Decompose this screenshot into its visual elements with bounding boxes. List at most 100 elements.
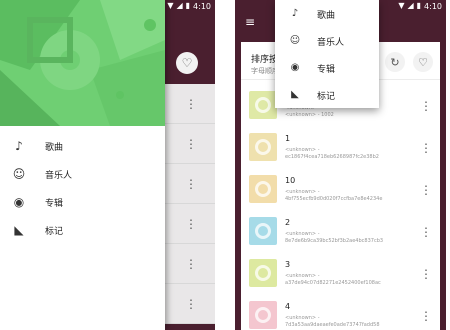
status-bar: ▼ ◢ ▮ 4:10 [167,0,215,12]
track-filename: ec1867f4cea718eb6268987fc2e38b2 [285,154,379,160]
album-art-thumbnail [249,133,277,161]
heart-icon: ♡ [181,56,193,70]
track-title: 10 [285,176,296,185]
track-row[interactable]: 4 <unknown> - 7d3a53aa9daeaefe0ade73747f… [241,296,440,330]
more-vert-icon[interactable]: ⋮ [420,268,432,280]
track-artist: <unknown> - [285,189,320,195]
battery-icon: ▮ [416,1,422,10]
menu-item-label: 歌曲 [317,11,336,21]
album-art-thumbnail [249,259,277,287]
drawer-item-label: 歌曲 [45,142,64,153]
more-vert-icon[interactable]: ⋮ [420,100,432,112]
wifi-icon: ▼ [167,1,174,10]
history-button[interactable]: ↻ [385,52,405,72]
more-vert-icon[interactable]: ⋮ [185,298,197,310]
history-icon: ↻ [390,55,400,69]
disc-icon [255,139,271,155]
disc-icon [255,307,271,323]
track-title: 4 [285,302,291,311]
more-vert-icon[interactable]: ⋮ [185,138,197,150]
list-item[interactable]: ⋮ [165,244,215,284]
album-icon: ◉ [290,62,300,73]
drawer-header-pattern [0,0,165,126]
status-bar: ▼ ◢ ▮ 4:10 [398,0,446,12]
wifi-icon: ▼ [398,1,405,10]
track-title: 1 [285,134,291,143]
menu-item-artists[interactable]: ☺ 音乐人 [275,27,379,54]
status-time: 4:10 [193,1,211,11]
list-item[interactable]: ⋮ [165,284,215,324]
drawer-item-label: 专辑 [45,198,64,209]
track-artist: <unknown> - [285,231,320,237]
list-item[interactable]: ⋮ [165,204,215,244]
more-vert-icon[interactable]: ⋮ [420,310,432,322]
menu-item-label: 音乐人 [317,38,345,48]
person-icon: ☺ [289,35,301,46]
track-filename: <unknown> - 1002 [285,112,334,118]
drawer-item-tags[interactable]: ◣ 标记 [0,216,165,244]
tag-icon: ◣ [291,89,299,100]
track-filename: 7d3a53aa9daeaefe0ade73747fadd58 [285,322,380,328]
drawer-item-songs[interactable]: ♪ 歌曲 [0,132,165,160]
drawer-item-label: 标记 [45,226,64,237]
signal-icon: ◢ [407,1,414,10]
menu-item-songs[interactable]: ♪ 歌曲 [275,0,379,27]
more-vert-icon[interactable]: ⋮ [185,178,197,190]
music-note-icon: ♪ [15,139,23,153]
drawer-item-label: 音乐人 [45,170,73,181]
menu-item-tags[interactable]: ◣ 标记 [275,81,379,108]
track-title: 2 [285,218,291,227]
track-row[interactable]: 1 <unknown> - ec1867f4cea718eb6268987fc2… [241,128,440,170]
menu-item-label: 专辑 [317,65,336,75]
hamburger-menu-icon[interactable]: ≡ [245,16,255,28]
album-art-thumbnail [249,217,277,245]
drawer-header-artwork [0,0,165,126]
favorite-button[interactable]: ♡ [413,52,433,72]
track-filename: a37de94c07d82271e2452400ef108ac [285,280,381,286]
person-icon: ☺ [12,167,26,181]
favorite-button[interactable]: ♡ [176,52,198,74]
screen-drawer-open: ▼ ◢ ▮ 4:10 ♡ ⋮ ⋮ ⋮ ⋮ ⋮ ⋮ ♪ 歌曲 ☺ 音乐人 ◉ 专辑… [0,0,215,330]
track-row[interactable]: 2 <unknown> - 8e7de6b9ca39bc52bf3b2ae4bc… [241,212,440,254]
more-vert-icon[interactable]: ⋮ [420,142,432,154]
album-art-thumbnail [249,301,277,329]
heart-icon: ♡ [418,55,428,69]
status-time: 4:10 [424,1,442,11]
more-vert-icon[interactable]: ⋮ [185,218,197,230]
album-art-thumbnail [249,91,277,119]
disc-icon [255,223,271,239]
background-song-list: ♡ ⋮ ⋮ ⋮ ⋮ ⋮ ⋮ [165,0,215,330]
sort-title[interactable]: 排序按 [251,52,278,65]
battery-icon: ▮ [185,1,191,10]
signal-icon: ◢ [176,1,183,10]
album-icon: ◉ [13,195,25,209]
track-title: 3 [285,260,291,269]
track-row[interactable]: 10 <unknown> - 4bf755ecfb9d0d020f7ccfba7… [241,170,440,212]
disc-icon [255,97,271,113]
list-item[interactable]: ⋮ [165,164,215,204]
menu-item-label: 标记 [317,92,336,102]
list-item[interactable]: ⋮ [165,124,215,164]
more-vert-icon[interactable]: ⋮ [185,98,197,110]
album-art-thumbnail [249,175,277,203]
track-artist: <unknown> - [285,147,320,153]
list-item[interactable]: ⋮ [165,84,215,124]
music-note-icon: ♪ [291,8,299,19]
drawer-item-artists[interactable]: ☺ 音乐人 [0,160,165,188]
track-artist: <unknown> - [285,315,320,321]
navigation-drawer: ♪ 歌曲 ☺ 音乐人 ◉ 专辑 ◣ 标记 [0,0,165,330]
drawer-item-albums[interactable]: ◉ 专辑 [0,188,165,216]
more-vert-icon[interactable]: ⋮ [185,258,197,270]
category-popup-menu: ♪ 歌曲 ☺ 音乐人 ◉ 专辑 ◣ 标记 [275,0,379,108]
more-vert-icon[interactable]: ⋮ [420,184,432,196]
tag-icon: ◣ [14,223,24,237]
disc-icon [255,181,271,197]
track-artist: <unknown> - [285,273,320,279]
track-filename: 8e7de6b9ca39bc52bf3b2ae4bc837cb3 [285,238,384,244]
track-row[interactable]: 3 <unknown> - a37de94c07d82271e2452400ef… [241,254,440,296]
disc-icon [255,265,271,281]
screen-category-menu: ▼ ◢ ▮ 4:10 ≡ 排序按 字母顺序 ↻ ♡ <unknown> <unk… [235,0,446,330]
more-vert-icon[interactable]: ⋮ [420,226,432,238]
menu-item-albums[interactable]: ◉ 专辑 [275,54,379,81]
track-filename: 4bf755ecfb9d0d020f7ccfba7e8e4234e [285,196,383,202]
